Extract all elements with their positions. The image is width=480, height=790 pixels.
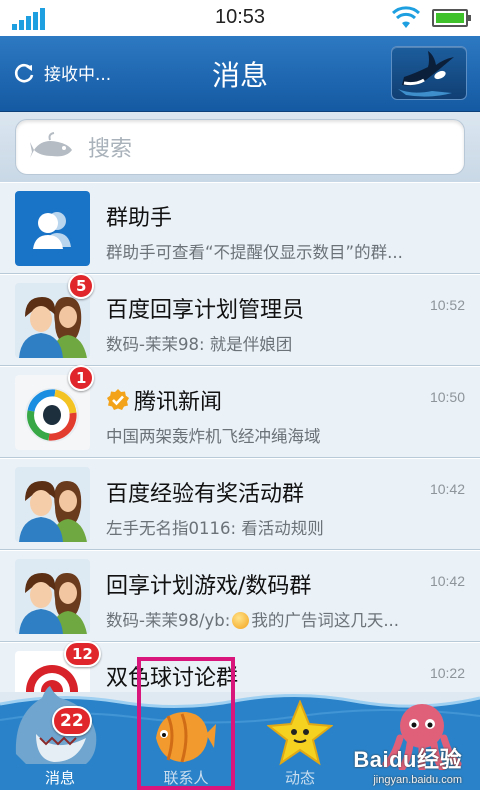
couple-avatar-icon: [15, 559, 90, 634]
conversation-name: 群助手: [106, 206, 173, 231]
conversation-item[interactable]: 5 百度回享计划管理员 数码-茉茉98: 就是伴娘团 10:52: [0, 273, 480, 366]
search-placeholder: 搜索: [88, 137, 133, 162]
conversation-name: 百度回享计划管理员: [106, 298, 305, 323]
verified-badge-icon: [107, 389, 129, 410]
tab-messages[interactable]: 22 消息: [0, 686, 120, 790]
profile-avatar-button[interactable]: [391, 46, 467, 100]
conversation-name: 回享计划游戏/数码群: [106, 574, 312, 599]
tab-label: 消息: [44, 769, 75, 787]
conversation-item[interactable]: 1 腾讯新闻 中国两架轰炸机飞经冲绳海域 10:50: [0, 365, 480, 458]
conversation-item[interactable]: 回享计划游戏/数码群 数码-茉茉98/yb: 我的广告词这几天... 10:42: [0, 550, 480, 642]
conversation-item[interactable]: 群助手 群助手可查看“不提醒仅显示数目”的群...: [0, 182, 480, 274]
conversation-preview: 群助手可查看“不提醒仅显示数目”的群...: [106, 243, 403, 262]
starfish-icon: [267, 700, 333, 766]
conversation-preview: 数码-茉茉98/yb: 我的广告词这几天...: [106, 611, 400, 630]
app-header: 接收中... 消息: [0, 36, 480, 112]
conversation-time: 10:42: [429, 481, 465, 497]
unread-badge: 5: [68, 273, 95, 299]
unread-badge: 1: [68, 365, 95, 391]
killer-whale-icon: [398, 51, 454, 97]
conversation-item[interactable]: 百度经验有奖活动群 左手无名指0116: 看活动规则 10:42: [0, 458, 480, 550]
conversation-time: 10:52: [429, 297, 465, 313]
group-helper-icon: [15, 191, 90, 266]
conversation-preview: 数码-茉茉98: 就是伴娘团: [106, 335, 293, 354]
conversation-name: 腾讯新闻: [106, 384, 222, 416]
smiley-emoji-icon: [232, 612, 250, 629]
conversation-list: 群助手 群助手可查看“不提醒仅显示数目”的群... 5 百度回享计划管理员 数码…: [0, 182, 480, 692]
search-input[interactable]: 搜索: [15, 119, 465, 175]
status-bar: 10:53: [0, 0, 480, 36]
unread-badge: 12: [64, 641, 101, 667]
baidu-jingyan-watermark: Baidu经验 jingyan.baidu.com: [353, 747, 462, 786]
conversation-preview: 左手无名指0116: 看活动规则: [106, 519, 324, 538]
search-bar-area: 搜索: [0, 112, 480, 182]
conversation-time: 10:42: [429, 573, 465, 589]
conversation-preview: 中国两架轰炸机飞经冲绳海域: [106, 427, 321, 446]
bottom-tab-bar: 22 消息 联系人 动态 Baidu经验 jingyan.baidu.com: [0, 686, 480, 790]
conversation-time: 10:22: [429, 665, 465, 681]
battery-icon: [432, 9, 471, 27]
conversation-name: 百度经验有奖活动群: [106, 482, 305, 507]
couple-avatar-icon: [15, 467, 90, 542]
conversation-time: 10:50: [429, 389, 465, 405]
wifi-icon: [392, 6, 420, 28]
tab-label: 动态: [284, 769, 315, 787]
tab-feed[interactable]: 动态: [240, 690, 360, 790]
unread-badge: 22: [52, 706, 92, 736]
highlight-box: [137, 657, 235, 790]
fish-search-icon: [30, 132, 72, 158]
